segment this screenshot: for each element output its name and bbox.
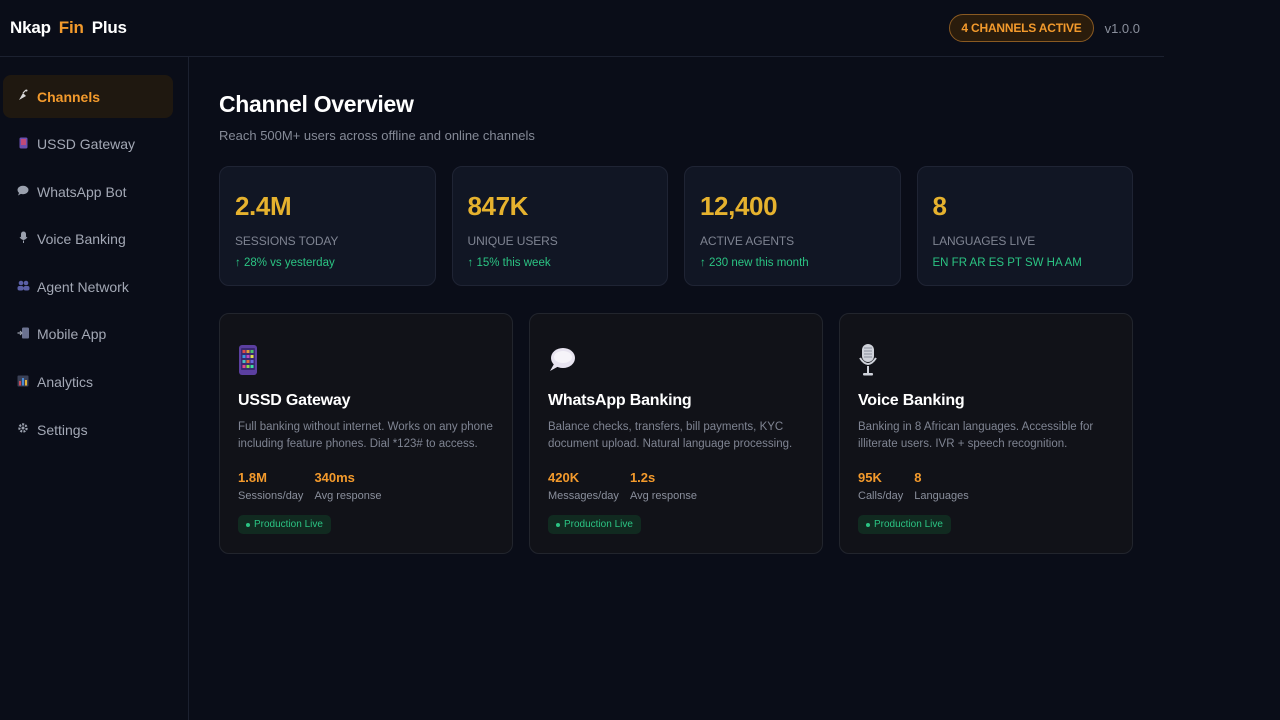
sidebar-item-voice-banking[interactable]: Voice Banking bbox=[3, 218, 173, 261]
status-text: Production Live bbox=[564, 519, 633, 530]
top-header: Nkap Fin Plus 4 CHANNELS ACTIVE v1.0.0 bbox=[0, 0, 1164, 57]
sidebar-item-label: USSD Gateway bbox=[37, 136, 136, 153]
metric-label: Avg response bbox=[314, 490, 382, 502]
stat-label: Sessions Today bbox=[235, 234, 339, 248]
stat-value: 847K bbox=[467, 191, 529, 221]
metric-value: 340ms bbox=[314, 470, 355, 485]
channel-card-whatsapp[interactable]: WhatsApp Banking Balance checks, transfe… bbox=[529, 313, 823, 554]
channel-card-ussd[interactable]: USSD Gateway Full banking without intern… bbox=[219, 313, 513, 554]
status-dot-icon bbox=[246, 522, 250, 527]
card-description: Full banking without internet. Works on … bbox=[238, 421, 493, 450]
sidebar-item-label: Channels bbox=[37, 88, 101, 105]
card-description: Balance checks, transfers, bill payments… bbox=[548, 421, 793, 450]
sidebar-item-settings[interactable]: Settings bbox=[3, 408, 173, 451]
stats-row: 2.4M Sessions Today ↑ 28% vs yesterday 8… bbox=[219, 166, 1133, 286]
sidebar-item-label: Mobile App bbox=[37, 326, 107, 343]
stat-trend: ↑ 15% this week bbox=[467, 257, 551, 269]
mobile-arrow-icon bbox=[17, 327, 29, 342]
sidebar-item-analytics[interactable]: Analytics bbox=[3, 361, 173, 404]
card-title: USSD Gateway bbox=[238, 392, 351, 409]
sidebar: Channels USSD Gateway WhatsApp Bot Voice… bbox=[0, 57, 189, 720]
stat-label: Active Agents bbox=[700, 234, 795, 248]
status-badge: Production Live bbox=[858, 515, 951, 534]
phone-icon bbox=[238, 342, 494, 378]
status-dot-icon bbox=[556, 522, 560, 527]
card-title: WhatsApp Banking bbox=[548, 392, 692, 409]
brand-word-1: Nkap bbox=[10, 18, 51, 37]
app-root: Nkap Fin Plus 4 CHANNELS ACTIVE v1.0.0 C… bbox=[0, 0, 1280, 720]
metric-value: 1.2s bbox=[629, 470, 656, 485]
stat-card-sessions: 2.4M Sessions Today ↑ 28% vs yesterday bbox=[219, 166, 436, 286]
microphone-icon bbox=[858, 342, 1114, 378]
main-content: Channel Overview Reach 500M+ users acros… bbox=[219, 57, 1133, 554]
sidebar-item-ussd-gateway[interactable]: USSD Gateway bbox=[3, 123, 173, 166]
stat-trend: ↑ 230 new this month bbox=[700, 257, 809, 269]
people-icon bbox=[17, 280, 30, 294]
stat-card-active-agents: 12,400 Active Agents ↑ 230 new this mont… bbox=[684, 166, 901, 286]
stat-card-languages: 8 Languages Live EN FR AR ES PT SW HA AM bbox=[916, 166, 1133, 286]
stat-value: 12,400 bbox=[700, 191, 778, 221]
chat-bubble-icon bbox=[17, 185, 29, 199]
stat-trend: ↑ 28% vs yesterday bbox=[235, 257, 335, 269]
card-metrics: 1.8M Sessions/day 340ms Avg response bbox=[238, 470, 494, 502]
channel-cards: USSD Gateway Full banking without intern… bbox=[219, 313, 1133, 554]
metric: 1.8M Sessions/day bbox=[238, 470, 303, 502]
brand-word-3: Plus bbox=[91, 18, 127, 37]
language-codes: EN FR AR ES PT SW HA AM bbox=[932, 257, 1082, 269]
channels-active-badge: 4 CHANNELS ACTIVE bbox=[949, 14, 1094, 42]
stat-value: 8 bbox=[932, 191, 947, 221]
metric: 8 Languages bbox=[914, 470, 968, 502]
sidebar-item-whatsapp-bot[interactable]: WhatsApp Bot bbox=[3, 170, 173, 213]
stat-card-unique-users: 847K Unique Users ↑ 15% this week bbox=[451, 166, 668, 286]
metric: 420K Messages/day bbox=[548, 470, 619, 502]
chat-bubble-icon bbox=[548, 342, 804, 378]
stat-value: 2.4M bbox=[235, 191, 292, 221]
page-title: Channel Overview bbox=[219, 91, 414, 117]
metric-label: Sessions/day bbox=[238, 490, 304, 502]
metric: 95K Calls/day bbox=[858, 470, 903, 502]
card-metrics: 420K Messages/day 1.2s Avg response bbox=[548, 470, 804, 502]
gear-icon bbox=[17, 422, 29, 437]
sidebar-item-label: Agent Network bbox=[37, 278, 129, 295]
sidebar-item-label: Analytics bbox=[37, 374, 94, 391]
card-metrics: 95K Calls/day 8 Languages bbox=[858, 470, 1114, 502]
brand-word-2: Fin bbox=[58, 18, 84, 37]
stat-label: Unique Users bbox=[467, 234, 558, 248]
metric-label: Calls/day bbox=[858, 490, 904, 502]
sidebar-item-label: Voice Banking bbox=[37, 231, 126, 248]
version-label: v1.0.0 bbox=[1104, 20, 1140, 36]
phone-icon bbox=[17, 137, 29, 152]
sidebar-item-channels[interactable]: Channels bbox=[3, 75, 173, 118]
page-subtitle: Reach 500M+ users across offline and onl… bbox=[219, 128, 535, 143]
header-right: 4 CHANNELS ACTIVE v1.0.0 bbox=[949, 14, 1140, 42]
channel-card-voice[interactable]: Voice Banking Banking in 8 African langu… bbox=[839, 313, 1133, 554]
metric-label: Messages/day bbox=[548, 490, 619, 502]
satellite-icon bbox=[17, 89, 29, 104]
metric-value: 420K bbox=[548, 470, 580, 485]
metric-label: Languages bbox=[914, 490, 969, 502]
sidebar-item-label: Settings bbox=[37, 421, 88, 438]
metric-value: 8 bbox=[914, 470, 922, 485]
status-badge: Production Live bbox=[238, 515, 331, 534]
metric-value: 95K bbox=[858, 470, 882, 485]
metric: 340ms Avg response bbox=[314, 470, 381, 502]
metric-value: 1.8M bbox=[238, 470, 267, 485]
stat-label: Languages Live bbox=[932, 234, 1036, 248]
status-dot-icon bbox=[866, 522, 870, 527]
sidebar-item-agent-network[interactable]: Agent Network bbox=[3, 265, 173, 308]
metric: 1.2s Avg response bbox=[630, 470, 697, 502]
sidebar-item-label: WhatsApp Bot bbox=[37, 183, 127, 200]
card-title: Voice Banking bbox=[858, 392, 965, 409]
status-badge: Production Live bbox=[548, 515, 641, 534]
bar-chart-icon bbox=[17, 375, 29, 390]
microphone-icon bbox=[17, 231, 29, 247]
sidebar-item-mobile-app[interactable]: Mobile App bbox=[3, 313, 173, 356]
metric-label: Avg response bbox=[629, 490, 698, 502]
card-description: Banking in 8 African languages. Accessib… bbox=[858, 421, 1094, 450]
status-text: Production Live bbox=[254, 519, 323, 530]
brand-logo[interactable]: Nkap Fin Plus bbox=[10, 18, 127, 38]
status-text: Production Live bbox=[874, 519, 943, 530]
